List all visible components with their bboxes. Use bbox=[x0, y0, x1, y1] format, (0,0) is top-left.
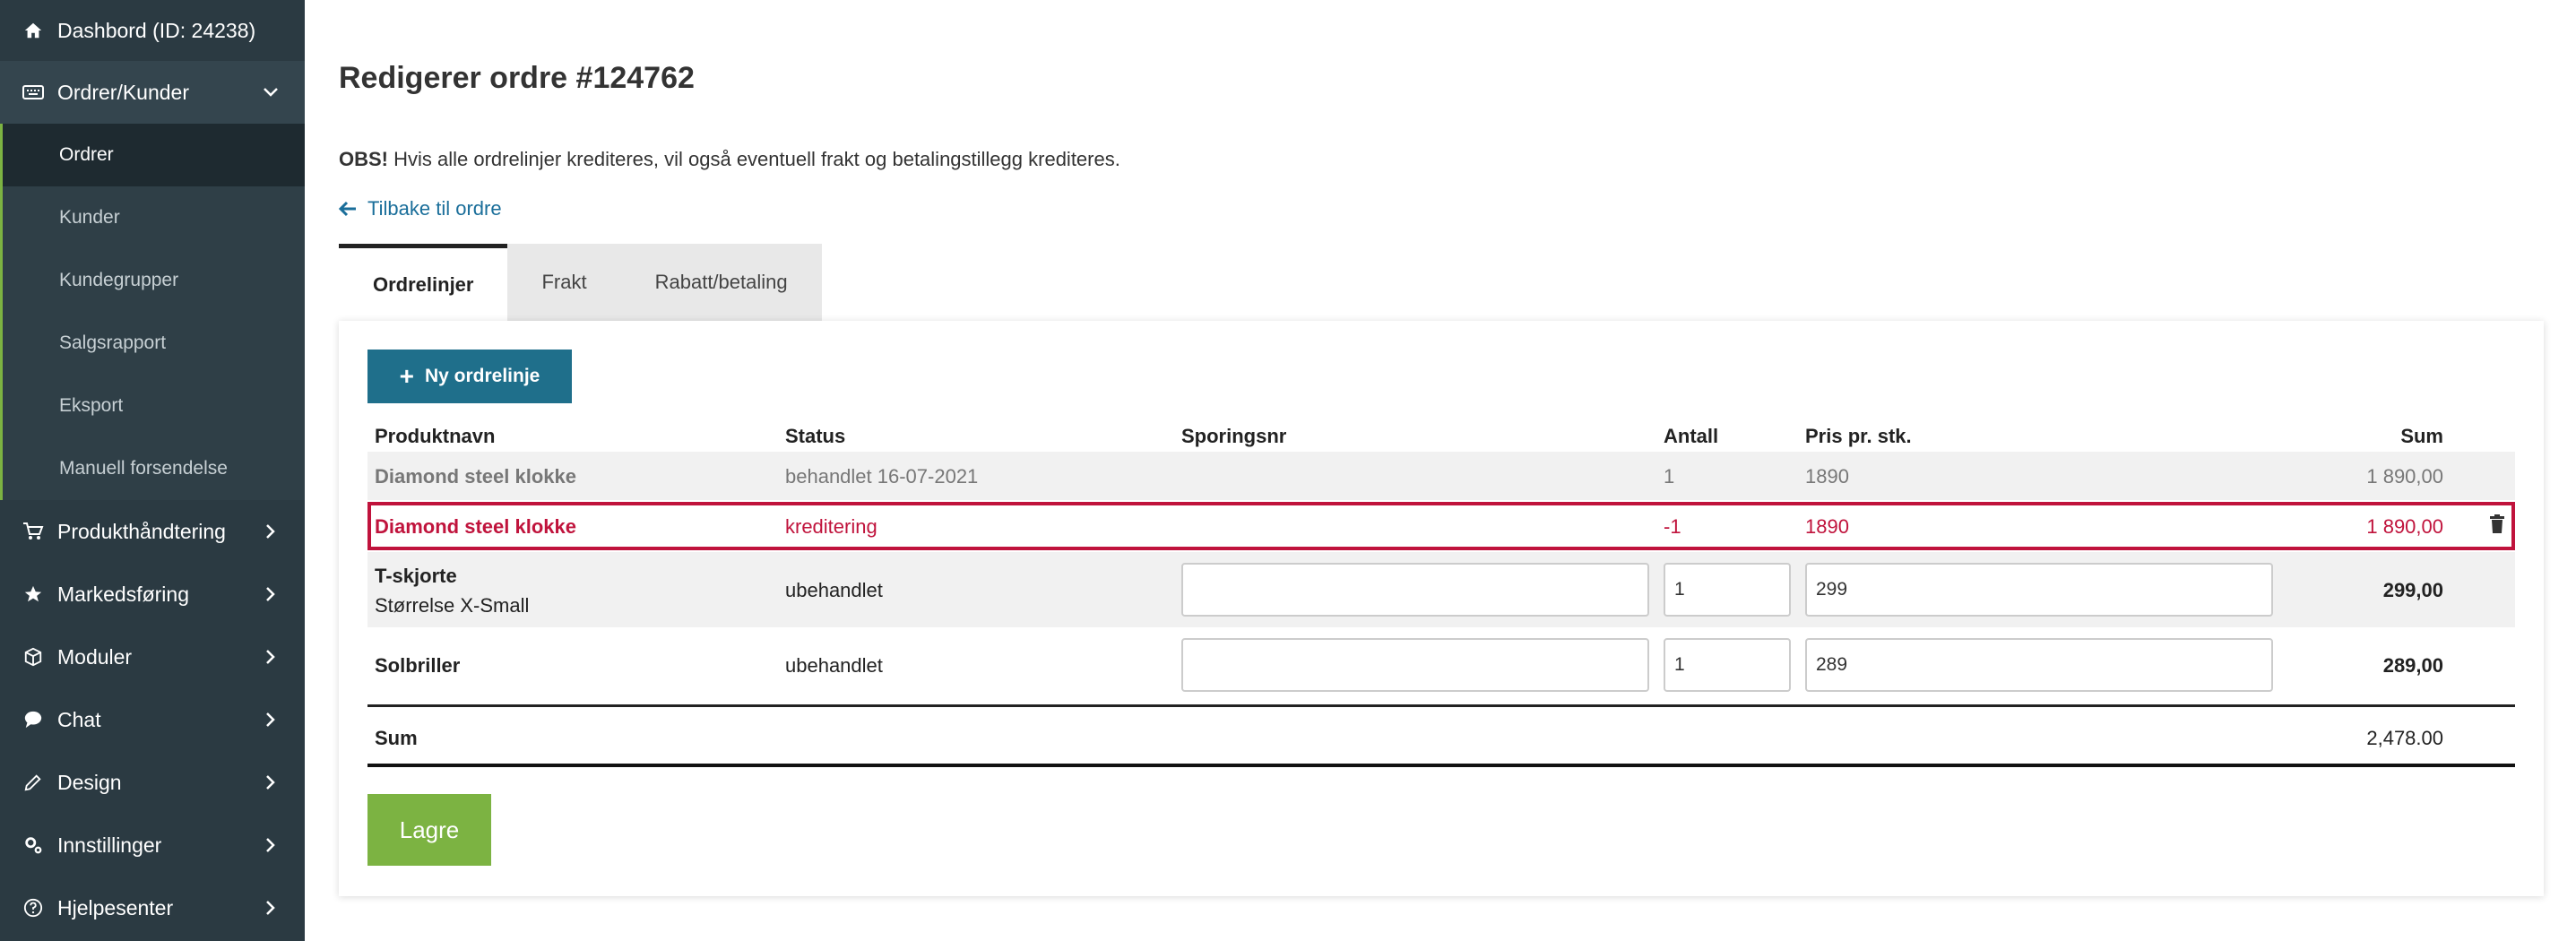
sidebar-item-orders[interactable]: Ordrer bbox=[3, 124, 305, 186]
table-row: Diamond steel klokke behandlet 16-07-202… bbox=[367, 452, 2515, 500]
nav-marketing[interactable]: Markedsføring bbox=[0, 563, 305, 626]
header-tracking: Sporingsnr bbox=[1181, 425, 1287, 447]
table-row: T-skjorte Størrelse X-Small ubehandlet 2… bbox=[367, 552, 2515, 627]
chevron-right-icon bbox=[262, 585, 280, 603]
tab-bar: Ordrelinjer Frakt Rabatt/betaling bbox=[339, 244, 822, 321]
header-status: Status bbox=[785, 425, 846, 447]
price-input[interactable] bbox=[1805, 638, 2273, 692]
quantity-input[interactable] bbox=[1664, 563, 1791, 617]
tracking-number-input[interactable] bbox=[1181, 563, 1649, 617]
cart-icon bbox=[22, 520, 45, 543]
sidebar-item-export[interactable]: Eksport bbox=[3, 375, 305, 437]
nav-chat-label: Chat bbox=[57, 707, 101, 731]
star-icon bbox=[22, 583, 45, 606]
notice-bold: OBS! bbox=[339, 148, 388, 170]
chevron-right-icon bbox=[262, 773, 280, 791]
chevron-right-icon bbox=[262, 899, 280, 917]
quantity-input[interactable] bbox=[1664, 638, 1791, 692]
row-product: Solbriller bbox=[375, 654, 461, 677]
question-circle-icon bbox=[22, 896, 45, 919]
save-button[interactable]: Lagre bbox=[367, 794, 491, 866]
nav-design-label: Design bbox=[57, 770, 122, 794]
sidebar-item-sales-report[interactable]: Salgsrapport bbox=[3, 312, 305, 375]
table-total-row: Sum 2,478.00 bbox=[367, 704, 2515, 767]
row-price: 1890 bbox=[1805, 465, 1849, 488]
nav-help-center-label: Hjelpesenter bbox=[57, 895, 174, 919]
new-order-line-button[interactable]: + Ny ordrelinje bbox=[367, 350, 572, 403]
nav-help-center[interactable]: Hjelpesenter bbox=[0, 876, 305, 939]
row-qty: 1 bbox=[1664, 465, 1675, 488]
header-sum: Sum bbox=[2400, 425, 2443, 447]
nav-product-management-label: Produkthåndtering bbox=[57, 519, 226, 543]
chevron-right-icon bbox=[262, 711, 280, 729]
trash-icon[interactable] bbox=[2489, 514, 2509, 536]
keyboard-icon bbox=[22, 81, 45, 104]
row-product: T-skjorte bbox=[375, 565, 457, 587]
nav-modules-label: Moduler bbox=[57, 644, 133, 669]
order-lines-panel: + Ny ordrelinje Produktnavn Status Spori… bbox=[339, 321, 2544, 896]
order-lines-table: Produktnavn Status Sporingsnr Antall Pri… bbox=[367, 410, 2515, 767]
nav-settings-label: Innstillinger bbox=[57, 833, 162, 857]
sidebar-item-manual-shipment[interactable]: Manuell forsendelse bbox=[3, 437, 305, 500]
table-header: Produktnavn Status Sporingsnr Antall Pri… bbox=[367, 410, 2515, 452]
nav-chat[interactable]: Chat bbox=[0, 688, 305, 751]
total-label: Sum bbox=[375, 727, 418, 749]
row-product: Diamond steel klokke bbox=[375, 515, 576, 538]
new-order-line-label: Ny ordrelinje bbox=[424, 366, 540, 386]
gear-icon bbox=[22, 833, 45, 857]
home-icon bbox=[22, 19, 45, 42]
header-price: Pris pr. stk. bbox=[1805, 425, 1912, 447]
plus-icon: + bbox=[399, 362, 414, 390]
chat-bubble-icon bbox=[22, 708, 45, 731]
row-status: ubehandlet bbox=[785, 654, 883, 677]
table-row-credit: Diamond steel klokke kreditering -1 1890… bbox=[367, 502, 2515, 550]
sidebar-item-customer-groups[interactable]: Kundegrupper bbox=[3, 249, 305, 312]
tab-shipping[interactable]: Frakt bbox=[507, 244, 620, 321]
row-product: Diamond steel klokke bbox=[375, 465, 576, 488]
nav-orders-customers-label: Ordrer/Kunder bbox=[57, 80, 190, 104]
row-sum: 1 890,00 bbox=[2366, 465, 2443, 488]
back-link-label: Tilbake til ordre bbox=[367, 197, 502, 220]
nav-design[interactable]: Design bbox=[0, 751, 305, 814]
chevron-right-icon bbox=[262, 836, 280, 854]
tracking-number-input[interactable] bbox=[1181, 638, 1649, 692]
table-row: Solbriller ubehandlet 289,00 bbox=[367, 627, 2515, 703]
nav-orders-customers[interactable]: Ordrer/Kunder bbox=[0, 61, 305, 124]
tab-discount-payment[interactable]: Rabatt/betaling bbox=[621, 244, 822, 321]
row-sum: 299,00 bbox=[2382, 579, 2443, 601]
nav-dashboard[interactable]: Dashbord (ID: 24238) bbox=[0, 0, 305, 61]
row-sum: 1 890,00 bbox=[2366, 515, 2443, 538]
cube-icon bbox=[22, 645, 45, 669]
nav-dashboard-label: Dashbord (ID: 24238) bbox=[57, 18, 256, 42]
arrow-left-icon bbox=[339, 199, 359, 219]
notice-text: Hvis alle ordrelinjer krediteres, vil og… bbox=[388, 148, 1120, 170]
row-status: behandlet 16-07-2021 bbox=[785, 465, 979, 488]
row-qty: -1 bbox=[1664, 515, 1681, 538]
nav-product-management[interactable]: Produkthåndtering bbox=[0, 500, 305, 563]
header-product: Produktnavn bbox=[375, 425, 496, 447]
nav-settings[interactable]: Innstillinger bbox=[0, 814, 305, 876]
row-sum: 289,00 bbox=[2382, 654, 2443, 677]
orders-submenu: Ordrer Kunder Kundegrupper Salgsrapport … bbox=[0, 124, 305, 500]
row-variant: Størrelse X-Small bbox=[375, 594, 530, 617]
price-input[interactable] bbox=[1805, 563, 2273, 617]
nav-marketing-label: Markedsføring bbox=[57, 582, 189, 606]
main-content: Redigerer ordre #124762 OBS! Hvis alle o… bbox=[305, 0, 2576, 941]
row-price: 1890 bbox=[1805, 515, 1849, 538]
chevron-down-icon bbox=[262, 83, 280, 101]
nav-modules[interactable]: Moduler bbox=[0, 626, 305, 688]
row-status: kreditering bbox=[785, 515, 877, 538]
pencil-icon bbox=[22, 771, 45, 794]
back-to-order-link[interactable]: Tilbake til ordre bbox=[339, 197, 502, 220]
total-value: 2,478.00 bbox=[2366, 727, 2443, 749]
sidebar: Dashbord (ID: 24238) Ordrer/Kunder Ordre… bbox=[0, 0, 305, 941]
header-qty: Antall bbox=[1664, 425, 1719, 447]
sidebar-item-customers[interactable]: Kunder bbox=[3, 186, 305, 249]
credit-notice: OBS! Hvis alle ordrelinjer krediteres, v… bbox=[339, 148, 1120, 171]
chevron-right-icon bbox=[262, 522, 280, 540]
chevron-right-icon bbox=[262, 648, 280, 666]
page-title: Redigerer ordre #124762 bbox=[339, 61, 695, 95]
row-status: ubehandlet bbox=[785, 579, 883, 601]
tab-order-lines[interactable]: Ordrelinjer bbox=[339, 244, 508, 321]
